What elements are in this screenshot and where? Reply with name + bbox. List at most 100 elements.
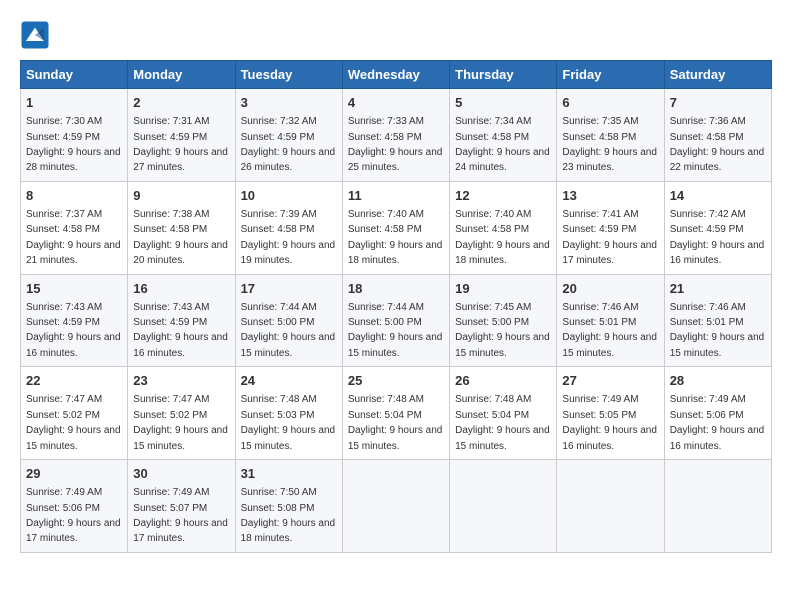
day-info: Sunrise: 7:46 AMSunset: 5:01 PMDaylight:… — [670, 302, 765, 359]
header-day: Wednesday — [342, 61, 449, 89]
calendar-week-row: 15Sunrise: 7:43 AMSunset: 4:59 PMDayligh… — [21, 274, 772, 367]
header-row: SundayMondayTuesdayWednesdayThursdayFrid… — [21, 61, 772, 89]
day-info: Sunrise: 7:39 AMSunset: 4:58 PMDaylight:… — [241, 209, 336, 266]
calendar-day-cell: 8Sunrise: 7:37 AMSunset: 4:58 PMDaylight… — [21, 181, 128, 274]
header — [20, 20, 772, 50]
calendar-day-cell: 4 Sunrise: 7:33 AMSunset: 4:58 PMDaylight… — [342, 89, 449, 182]
day-info: Sunrise: 7:31 AMSunset: 4:59 PMDaylight:… — [133, 116, 228, 173]
day-number: 11 — [348, 187, 444, 205]
day-number: 19 — [455, 280, 551, 298]
day-info: Sunrise: 7:36 AMSunset: 4:58 PMDaylight:… — [670, 116, 765, 173]
day-info: Sunrise: 7:44 AMSunset: 5:00 PMDaylight:… — [241, 302, 336, 359]
calendar-header: SundayMondayTuesdayWednesdayThursdayFrid… — [21, 61, 772, 89]
calendar-day-cell: 15Sunrise: 7:43 AMSunset: 4:59 PMDayligh… — [21, 274, 128, 367]
calendar-day-cell: 29 Sunrise: 7:49 AMSunset: 5:06 PMDayligh… — [21, 460, 128, 553]
calendar-day-cell: 28 Sunrise: 7:49 AMSunset: 5:06 PMDayligh… — [664, 367, 771, 460]
day-info: Sunrise: 7:49 AMSunset: 5:06 PMDaylight:… — [670, 394, 765, 451]
day-info: Sunrise: 7:43 AMSunset: 4:59 PMDaylight:… — [133, 302, 228, 359]
header-day: Thursday — [450, 61, 557, 89]
day-info: Sunrise: 7:48 AMSunset: 5:04 PMDaylight:… — [348, 394, 443, 451]
day-number: 9 — [133, 187, 229, 205]
day-number: 3 — [241, 94, 337, 112]
day-number: 12 — [455, 187, 551, 205]
day-number: 2 — [133, 94, 229, 112]
day-number: 18 — [348, 280, 444, 298]
day-number: 6 — [562, 94, 658, 112]
day-info: Sunrise: 7:47 AMSunset: 5:02 PMDaylight:… — [26, 394, 121, 451]
calendar-day-cell: 5Sunrise: 7:34 AMSunset: 4:58 PMDaylight… — [450, 89, 557, 182]
day-number: 4 — [348, 94, 444, 112]
day-number: 23 — [133, 372, 229, 390]
day-info: Sunrise: 7:49 AMSunset: 5:05 PMDaylight:… — [562, 394, 657, 451]
day-number: 20 — [562, 280, 658, 298]
calendar-day-cell: 20 Sunrise: 7:46 AMSunset: 5:01 PMDayligh… — [557, 274, 664, 367]
calendar-day-cell: 24 Sunrise: 7:48 AMSunset: 5:03 PMDayligh… — [235, 367, 342, 460]
day-number: 31 — [241, 465, 337, 483]
day-number: 28 — [670, 372, 766, 390]
calendar-day-cell: 16 Sunrise: 7:43 AMSunset: 4:59 PMDayligh… — [128, 274, 235, 367]
day-number: 24 — [241, 372, 337, 390]
day-info: Sunrise: 7:43 AMSunset: 4:59 PMDaylight:… — [26, 302, 121, 359]
calendar-day-cell: 6 Sunrise: 7:35 AMSunset: 4:58 PMDaylight… — [557, 89, 664, 182]
header-day: Saturday — [664, 61, 771, 89]
calendar-week-row: 1 Sunrise: 7:30 AMSunset: 4:59 PMDaylight… — [21, 89, 772, 182]
day-number: 17 — [241, 280, 337, 298]
day-number: 10 — [241, 187, 337, 205]
day-info: Sunrise: 7:48 AMSunset: 5:03 PMDaylight:… — [241, 394, 336, 451]
day-info: Sunrise: 7:42 AMSunset: 4:59 PMDaylight:… — [670, 209, 765, 266]
calendar-day-cell: 1 Sunrise: 7:30 AMSunset: 4:59 PMDaylight… — [21, 89, 128, 182]
logo — [20, 20, 54, 50]
day-info: Sunrise: 7:49 AMSunset: 5:07 PMDaylight:… — [133, 487, 228, 544]
calendar-day-cell: 9Sunrise: 7:38 AMSunset: 4:58 PMDaylight… — [128, 181, 235, 274]
day-number: 13 — [562, 187, 658, 205]
header-day: Sunday — [21, 61, 128, 89]
calendar-day-cell — [664, 460, 771, 553]
day-info: Sunrise: 7:37 AMSunset: 4:58 PMDaylight:… — [26, 209, 121, 266]
calendar-day-cell: 30Sunrise: 7:49 AMSunset: 5:07 PMDayligh… — [128, 460, 235, 553]
day-number: 16 — [133, 280, 229, 298]
day-number: 14 — [670, 187, 766, 205]
day-number: 21 — [670, 280, 766, 298]
header-day: Tuesday — [235, 61, 342, 89]
day-number: 5 — [455, 94, 551, 112]
day-info: Sunrise: 7:30 AMSunset: 4:59 PMDaylight:… — [26, 116, 121, 173]
calendar-day-cell: 31Sunrise: 7:50 AMSunset: 5:08 PMDayligh… — [235, 460, 342, 553]
day-number: 29 — [26, 465, 122, 483]
logo-icon — [20, 20, 50, 50]
calendar-week-row: 29 Sunrise: 7:49 AMSunset: 5:06 PMDayligh… — [21, 460, 772, 553]
day-info: Sunrise: 7:47 AMSunset: 5:02 PMDaylight:… — [133, 394, 228, 451]
day-info: Sunrise: 7:35 AMSunset: 4:58 PMDaylight:… — [562, 116, 657, 173]
day-number: 22 — [26, 372, 122, 390]
day-info: Sunrise: 7:33 AMSunset: 4:58 PMDaylight:… — [348, 116, 443, 173]
calendar-day-cell: 23 Sunrise: 7:47 AMSunset: 5:02 PMDayligh… — [128, 367, 235, 460]
calendar-day-cell — [342, 460, 449, 553]
calendar-day-cell: 2 Sunrise: 7:31 AMSunset: 4:59 PMDaylight… — [128, 89, 235, 182]
day-info: Sunrise: 7:40 AMSunset: 4:58 PMDaylight:… — [455, 209, 550, 266]
calendar-day-cell: 11Sunrise: 7:40 AMSunset: 4:58 PMDayligh… — [342, 181, 449, 274]
day-number: 1 — [26, 94, 122, 112]
header-day: Monday — [128, 61, 235, 89]
calendar-day-cell: 3Sunrise: 7:32 AMSunset: 4:59 PMDaylight… — [235, 89, 342, 182]
day-number: 7 — [670, 94, 766, 112]
calendar-day-cell: 12 Sunrise: 7:40 AMSunset: 4:58 PMDayligh… — [450, 181, 557, 274]
day-info: Sunrise: 7:48 AMSunset: 5:04 PMDaylight:… — [455, 394, 550, 451]
calendar-day-cell — [450, 460, 557, 553]
calendar-body: 1 Sunrise: 7:30 AMSunset: 4:59 PMDaylight… — [21, 89, 772, 553]
header-day: Friday — [557, 61, 664, 89]
calendar-day-cell: 19 Sunrise: 7:45 AMSunset: 5:00 PMDayligh… — [450, 274, 557, 367]
calendar-day-cell: 21 Sunrise: 7:46 AMSunset: 5:01 PMDayligh… — [664, 274, 771, 367]
calendar-day-cell: 25 Sunrise: 7:48 AMSunset: 5:04 PMDayligh… — [342, 367, 449, 460]
day-info: Sunrise: 7:45 AMSunset: 5:00 PMDaylight:… — [455, 302, 550, 359]
day-number: 27 — [562, 372, 658, 390]
day-number: 25 — [348, 372, 444, 390]
calendar-table: SundayMondayTuesdayWednesdayThursdayFrid… — [20, 60, 772, 553]
calendar-day-cell: 7 Sunrise: 7:36 AMSunset: 4:58 PMDaylight… — [664, 89, 771, 182]
calendar-day-cell — [557, 460, 664, 553]
calendar-day-cell: 26Sunrise: 7:48 AMSunset: 5:04 PMDayligh… — [450, 367, 557, 460]
calendar-week-row: 22 Sunrise: 7:47 AMSunset: 5:02 PMDayligh… — [21, 367, 772, 460]
day-info: Sunrise: 7:46 AMSunset: 5:01 PMDaylight:… — [562, 302, 657, 359]
day-info: Sunrise: 7:49 AMSunset: 5:06 PMDaylight:… — [26, 487, 121, 544]
calendar-day-cell: 18 Sunrise: 7:44 AMSunset: 5:00 PMDayligh… — [342, 274, 449, 367]
calendar-day-cell: 14 Sunrise: 7:42 AMSunset: 4:59 PMDayligh… — [664, 181, 771, 274]
day-info: Sunrise: 7:44 AMSunset: 5:00 PMDaylight:… — [348, 302, 443, 359]
